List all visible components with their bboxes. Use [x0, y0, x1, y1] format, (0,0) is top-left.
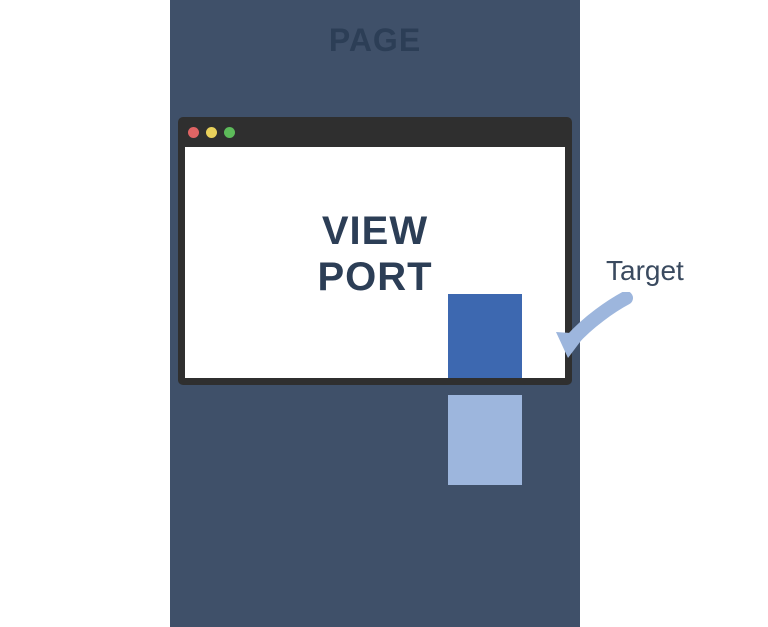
target-element-visible	[448, 294, 522, 378]
arrow-icon	[548, 292, 638, 372]
viewport-line2: PORT	[317, 254, 432, 300]
close-icon	[188, 127, 199, 138]
minimize-icon	[206, 127, 217, 138]
maximize-icon	[224, 127, 235, 138]
page-heading: PAGE	[170, 22, 580, 59]
target-label: Target	[606, 255, 684, 287]
viewport-heading: VIEW PORT	[317, 208, 432, 300]
window-titlebar	[178, 117, 572, 147]
viewport-line1: VIEW	[317, 208, 432, 254]
target-element-hidden	[448, 395, 522, 485]
